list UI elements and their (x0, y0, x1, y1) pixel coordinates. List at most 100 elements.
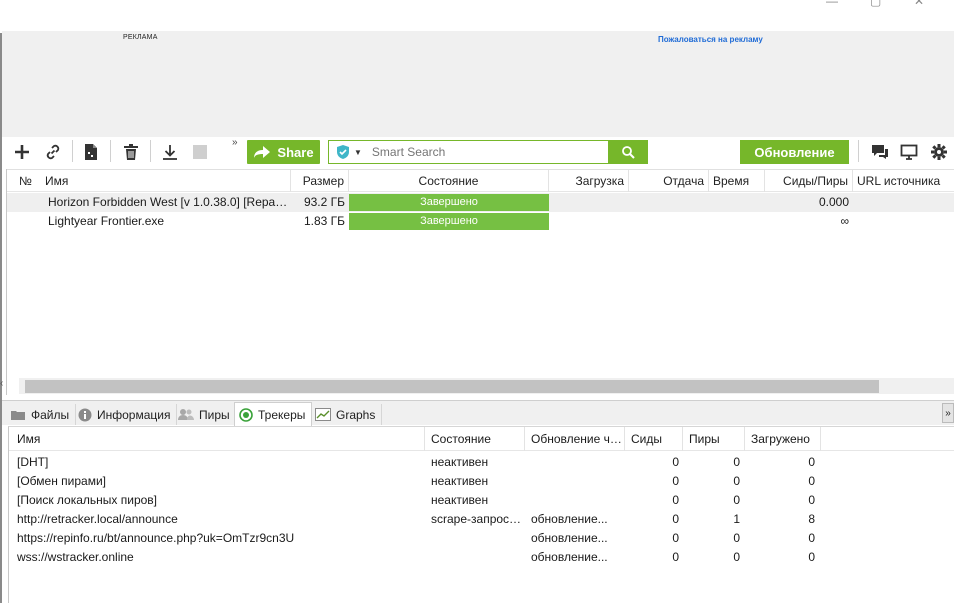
tracker-seeds: 0 (672, 531, 679, 545)
folder-icon (11, 410, 25, 420)
tracker-update (531, 472, 621, 491)
tracker-status (431, 529, 523, 548)
tab-trackers-label: Трекеры (258, 407, 306, 422)
tracker-row[interactable]: [Обмен пирами] неактивен 0 0 0 (9, 472, 954, 491)
toolbar-separator (72, 140, 73, 162)
tracker-status: неактивен (431, 493, 489, 507)
column-status[interactable]: Состояние (349, 170, 549, 192)
chat-button[interactable] (868, 141, 892, 163)
tracker-downloaded: 0 (808, 531, 815, 545)
utorrent-window: — ▢ ✕ РЕКЛАМА Пожаловаться на рекламу » (0, 0, 954, 603)
torrent-size: 1.83 ГБ (303, 214, 345, 228)
settings-button[interactable] (927, 141, 951, 163)
tracker-update: обновление... (531, 550, 608, 564)
search-provider-dropdown-icon[interactable]: ▼ (354, 148, 362, 157)
torrent-size: 93.2 ГБ (303, 195, 345, 209)
tracker-downloaded: 0 (808, 550, 815, 564)
monitor-icon (900, 144, 918, 160)
trk-column-downloaded[interactable]: Загружено (745, 427, 821, 451)
tracker-update (531, 453, 621, 472)
trackers-header: Имя Состояние Обновление через Сиды Пиры… (9, 427, 954, 451)
column-number[interactable]: № (15, 170, 39, 192)
tracker-status: неактивен (431, 455, 489, 469)
tab-peers[interactable]: Пиры (174, 404, 237, 425)
search-button[interactable] (608, 140, 648, 164)
close-icon[interactable]: ✕ (914, 0, 924, 8)
tracker-row[interactable]: https://repinfo.ru/bt/announce.php?uk=Om… (9, 529, 954, 548)
tracker-downloaded: 0 (808, 474, 815, 488)
column-size[interactable]: Размер (291, 170, 349, 192)
torrent-row[interactable]: Horizon Forbidden West [v 1.0.38.0] [Rep… (7, 193, 954, 212)
column-seeds-peers[interactable]: Сиды/Пиры (765, 170, 853, 192)
update-button[interactable]: Обновление (740, 140, 849, 164)
stop-button[interactable] (188, 141, 212, 163)
toolbar-overflow-chevron[interactable]: » (232, 137, 238, 148)
tracker-peers: 0 (733, 474, 740, 488)
shield-icon[interactable] (335, 144, 351, 160)
tracker-seeds: 0 (672, 512, 679, 526)
peers-icon (178, 409, 194, 420)
trk-column-peers[interactable]: Пиры (683, 427, 745, 451)
search-input[interactable] (371, 145, 602, 159)
scrollbar-thumb[interactable] (25, 380, 879, 393)
tracker-peers: 0 (733, 455, 740, 469)
tab-graphs-label: Graphs (336, 407, 376, 422)
column-upload[interactable]: Отдача (629, 170, 709, 192)
tracker-row[interactable]: [DHT] неактивен 0 0 0 (9, 453, 954, 472)
trk-column-name[interactable]: Имя (11, 427, 425, 451)
column-source-url[interactable]: URL источника (853, 170, 954, 192)
minimize-icon[interactable]: — (826, 0, 838, 8)
info-icon (78, 408, 92, 421)
trk-column-seeds[interactable]: Сиды (625, 427, 683, 451)
window-controls: — ▢ ✕ (814, 0, 954, 10)
add-link-button[interactable] (41, 141, 65, 163)
new-file-icon (85, 144, 97, 160)
share-arrow-icon (254, 146, 271, 158)
tracker-row[interactable]: wss://wstracker.online обновление... 0 0… (9, 548, 954, 567)
maximize-icon[interactable]: ▢ (870, 0, 881, 8)
search-icon (622, 146, 635, 159)
tab-graphs[interactable]: Graphs (311, 404, 383, 425)
torrent-row[interactable]: Lightyear Frontier.exe 1.83 ГБ Завершено… (7, 212, 954, 231)
tracker-downloaded: 0 (808, 455, 815, 469)
trk-column-update[interactable]: Обновление через (525, 427, 625, 451)
start-download-button[interactable] (158, 141, 182, 163)
download-icon (163, 145, 177, 160)
tab-trackers[interactable]: Трекеры (234, 402, 313, 426)
horizontal-scrollbar[interactable] (19, 378, 954, 394)
report-ad-link[interactable]: Пожаловаться на рекламу (658, 35, 763, 44)
column-download[interactable]: Загрузка (549, 170, 629, 192)
column-name[interactable]: Имя (41, 170, 291, 192)
detail-tabs: Файлы Информация Пиры Трекеры Graphs » (2, 400, 954, 426)
plus-icon (15, 145, 29, 159)
tab-files[interactable]: Файлы (6, 404, 77, 425)
tracker-status: scrape-запрос отправлен (431, 512, 523, 526)
tracker-row[interactable]: [Поиск локальных пиров] неактивен 0 0 0 (9, 491, 954, 510)
ad-label: РЕКЛАМА (123, 34, 158, 41)
remote-button[interactable] (897, 141, 921, 163)
main-toolbar: » Share ▼ Обновление (2, 137, 954, 167)
create-torrent-button[interactable] (79, 141, 103, 163)
add-torrent-button[interactable] (10, 141, 34, 163)
scroll-left-icon[interactable]: ‹ (0, 378, 3, 389)
tracker-update: обновление... (531, 531, 608, 545)
gear-icon (931, 144, 947, 160)
collapse-panel-icon[interactable]: » (942, 403, 954, 423)
torrent-status-bar: Завершено (349, 213, 549, 230)
share-button[interactable]: Share (247, 140, 320, 164)
column-time[interactable]: Время (709, 170, 765, 192)
tab-info[interactable]: Информация (74, 404, 178, 425)
tracker-name: http://retracker.local/announce (17, 512, 178, 526)
trk-column-status[interactable]: Состояние (425, 427, 525, 451)
tracker-row[interactable]: http://retracker.local/announce scrape-з… (9, 510, 954, 529)
smart-search-box[interactable]: ▼ (328, 140, 648, 164)
tracker-downloaded: 0 (808, 493, 815, 507)
remove-torrent-button[interactable] (119, 141, 143, 163)
tracker-peers: 0 (733, 493, 740, 507)
tracker-name: [Поиск локальных пиров] (17, 493, 158, 507)
tracker-icon (239, 407, 253, 422)
torrent-seeds-peers: 0.000 (818, 195, 849, 209)
tracker-status: неактивен (431, 474, 489, 488)
trackers-panel: Имя Состояние Обновление через Сиды Пиры… (8, 426, 954, 603)
torrent-name: Lightyear Frontier.exe (48, 214, 165, 228)
